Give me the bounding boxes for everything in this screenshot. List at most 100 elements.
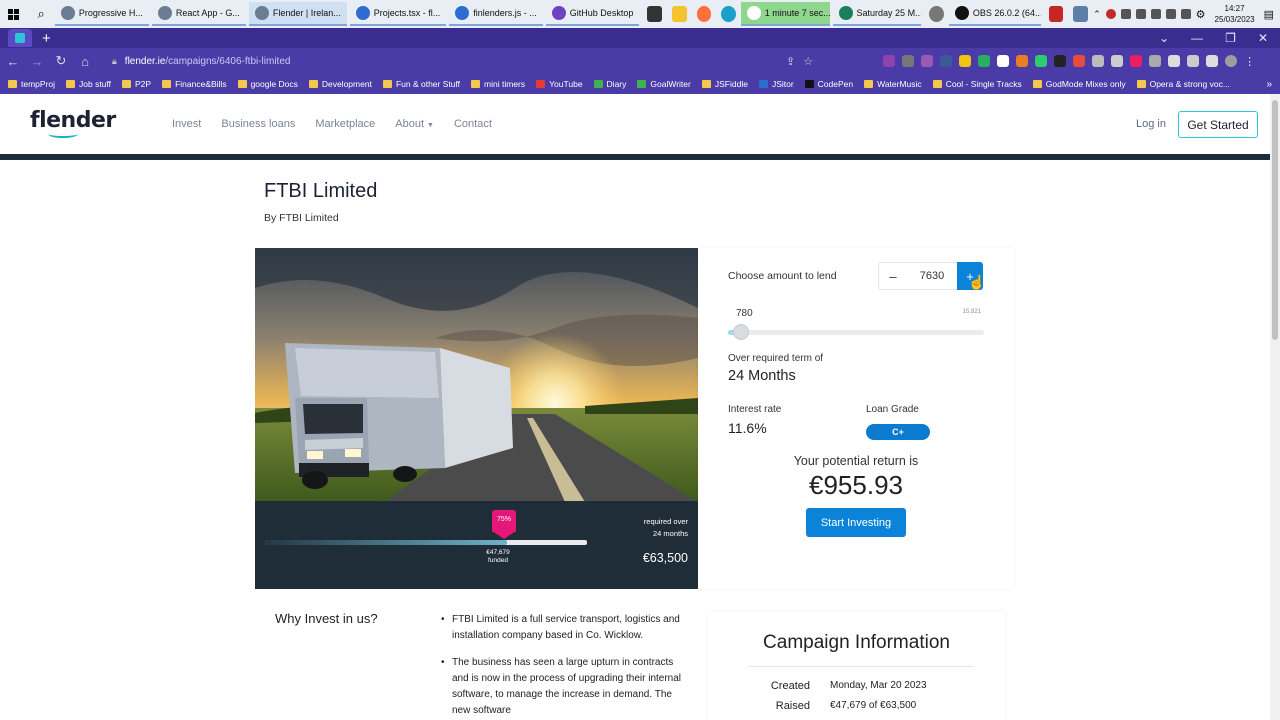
amount-slider[interactable]	[728, 324, 984, 340]
extension-icon[interactable]	[883, 55, 896, 67]
side-panel-icon[interactable]	[1206, 55, 1219, 67]
bookmark-item[interactable]: JSFiddle	[701, 79, 748, 89]
bookmark-item[interactable]: Diary	[593, 79, 626, 89]
get-started-button[interactable]: Get Started	[1178, 111, 1258, 138]
extension-icon[interactable]	[1054, 55, 1067, 67]
app-icon[interactable]	[1073, 6, 1089, 22]
extension-icon[interactable]	[1073, 55, 1086, 67]
taskbar-item-obs[interactable]: OBS 26.0.2 (64...	[948, 2, 1041, 26]
microphone-icon[interactable]	[1120, 9, 1131, 19]
folder-icon	[162, 80, 172, 88]
home-icon[interactable]: ⌂	[74, 54, 96, 69]
extension-icon[interactable]	[1016, 55, 1029, 67]
edge-icon[interactable]	[721, 6, 736, 22]
forward-icon[interactable]: →	[26, 54, 48, 69]
puzzle-icon[interactable]	[1168, 55, 1181, 67]
restore-button[interactable]: ❐	[1225, 31, 1236, 45]
bookmark-item[interactable]: JSitor	[758, 79, 794, 89]
bookmark-item[interactable]: Cool - Single Tracks	[932, 79, 1022, 89]
taskbar-item-timer[interactable]: 1 minute 7 sec...	[740, 2, 830, 26]
start-investing-button[interactable]: Start Investing	[806, 508, 906, 537]
tab-search-icon[interactable]: ⌄	[1159, 31, 1169, 45]
bookmark-item[interactable]: Finance&Bills	[162, 79, 227, 89]
reading-list-icon[interactable]	[1187, 55, 1200, 67]
reload-icon[interactable]: ↻	[50, 53, 72, 69]
bookmark-item[interactable]: WaterMusic	[864, 79, 922, 89]
bookmark-item[interactable]: GoalWriter	[637, 79, 691, 89]
interest-rate-label: Interest rate	[728, 404, 782, 415]
wifi-icon[interactable]	[1165, 9, 1176, 19]
tray-icon[interactable]	[1105, 9, 1116, 19]
page-scrollbar[interactable]	[1270, 94, 1280, 720]
nav-invest[interactable]: Invest	[172, 118, 201, 130]
recorder-icon[interactable]	[1048, 6, 1064, 22]
share-icon[interactable]: ⇪	[786, 55, 795, 68]
taskbar-item[interactable]: finlenders.js - ...	[449, 2, 543, 26]
tray-icon[interactable]	[1135, 9, 1146, 19]
bookmark-item[interactable]: Opera & strong voc...	[1136, 79, 1230, 89]
extension-icon[interactable]	[1092, 55, 1105, 67]
bookmark-item[interactable]: YouTube	[536, 79, 583, 89]
extension-icon[interactable]	[940, 55, 953, 67]
decrement-button[interactable]: –	[879, 263, 907, 289]
back-icon[interactable]: ←	[2, 54, 24, 69]
app-icon[interactable]	[929, 6, 944, 22]
close-button[interactable]: ✕	[1258, 31, 1268, 45]
extension-icon[interactable]	[1111, 55, 1124, 67]
extension-icon[interactable]	[1035, 55, 1048, 67]
app-icon	[254, 6, 269, 20]
extension-icon[interactable]	[978, 55, 991, 67]
extension-icon[interactable]	[1130, 55, 1143, 67]
scrollbar-thumb[interactable]	[1272, 100, 1278, 340]
bookmark-item[interactable]: GodMode Mixes only	[1032, 79, 1126, 89]
slider-thumb[interactable]	[732, 324, 749, 340]
app-icon[interactable]	[671, 6, 687, 22]
extension-icon[interactable]	[959, 55, 972, 67]
bookmark-star-icon[interactable]: ☆	[803, 55, 813, 68]
battery-icon[interactable]	[1150, 9, 1161, 19]
taskbar-item-date[interactable]: Saturday 25 M...	[832, 2, 922, 26]
avatar[interactable]	[1225, 55, 1238, 67]
gear-icon[interactable]: ⚙	[1196, 8, 1206, 21]
taskbar-item[interactable]: Progressive H...	[54, 2, 149, 26]
amount-input[interactable]	[907, 263, 957, 289]
taskbar-item[interactable]: GitHub Desktop	[545, 2, 640, 26]
tab-flender[interactable]	[8, 29, 32, 47]
volume-icon[interactable]	[1180, 9, 1191, 19]
nav-about[interactable]: About ▼	[395, 118, 434, 130]
extension-icon[interactable]	[921, 55, 934, 67]
start-button[interactable]	[0, 0, 27, 28]
window-controls: ⌄ — ❐ ✕	[1159, 31, 1280, 45]
notifications-icon[interactable]: ▤	[1264, 8, 1274, 21]
system-clock[interactable]: 14:27 25/03/2023	[1215, 3, 1255, 25]
firefox-icon[interactable]	[696, 6, 712, 22]
taskbar-item[interactable]: Flender | Irelan...	[248, 2, 347, 26]
taskbar-item[interactable]: React App - G...	[151, 2, 246, 26]
bookmark-item[interactable]: CodePen	[804, 79, 853, 89]
extension-icon[interactable]	[902, 55, 915, 67]
extension-icon[interactable]	[997, 55, 1010, 67]
bookmark-item[interactable]: Fun & other Stuff	[382, 79, 460, 89]
taskbar-item[interactable]: Projects.tsx - fl...	[349, 2, 447, 26]
bookmark-item[interactable]: google Docs	[237, 79, 298, 89]
bookmark-item[interactable]: mini timers	[471, 79, 525, 89]
bookmark-item[interactable]: Development	[308, 79, 372, 89]
minimize-button[interactable]: —	[1191, 31, 1203, 45]
bookmark-item[interactable]: tempProj	[8, 79, 55, 89]
app-icon	[157, 6, 172, 20]
bookmarks-overflow-button[interactable]: »	[1266, 79, 1280, 90]
new-tab-button[interactable]: +	[42, 30, 51, 47]
search-icon[interactable]: ⌕	[27, 0, 54, 28]
login-link[interactable]: Log in	[1136, 118, 1166, 130]
address-bar[interactable]: 🔒︎ flender.ie/campaigns/6406-ftbi-limite…	[106, 51, 786, 71]
extension-icon[interactable]	[1149, 55, 1162, 67]
chevron-up-icon[interactable]: ⌃	[1093, 9, 1101, 20]
nav-business-loans[interactable]: Business loans	[221, 118, 295, 130]
menu-icon[interactable]: ⋮	[1244, 55, 1255, 68]
folder-icon	[308, 80, 318, 88]
nav-marketplace[interactable]: Marketplace	[315, 118, 375, 130]
bookmark-item[interactable]: P2P	[122, 79, 151, 89]
bookmark-item[interactable]: Job stuff	[66, 79, 111, 89]
terminal-icon[interactable]	[647, 6, 662, 22]
nav-contact[interactable]: Contact	[454, 118, 492, 130]
